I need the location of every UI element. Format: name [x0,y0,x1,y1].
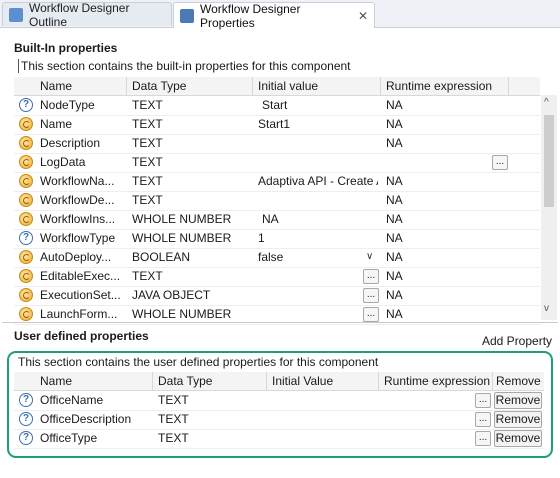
scroll-thumb[interactable] [544,115,554,207]
user-section-title: User defined properties [14,329,149,343]
property-name: NodeType [40,98,95,112]
property-name: EditableExec... [40,269,121,283]
outline-icon [9,7,23,22]
ellipsis-button[interactable]: ... [492,155,508,170]
table-row[interactable]: WorkflowDe... TEXT NA [14,191,540,211]
property-name: WorkflowNa... [40,174,115,188]
property-initial-value: false [258,250,284,264]
property-datatype: TEXT [132,117,163,131]
expression-icon [19,136,33,150]
ellipsis-button[interactable]: ... [363,288,379,303]
property-datatype: WHOLE NUMBER [132,231,232,245]
expression-icon [19,174,33,188]
property-runtime-expression: NA [386,288,403,302]
property-runtime-expression: NA [386,212,403,226]
col-name-header: Name [40,79,73,93]
property-runtime-expression: NA [386,193,403,207]
table-row[interactable]: WorkflowNa... TEXT Adaptiva API - Create A… [14,172,540,192]
col-runtime-header: Runtime expression [386,79,493,93]
property-initial-value: 1 [258,231,265,245]
property-datatype: TEXT [132,136,163,150]
property-runtime-expression: NA [386,98,403,112]
table-row[interactable]: LogData TEXT... [14,153,540,173]
help-icon: ? [19,98,33,112]
expression-icon [19,155,33,169]
help-icon: ? [19,231,33,245]
property-name: LogData [40,155,86,169]
tab-label: Workflow Designer Outline [29,0,130,29]
property-name: Description [40,136,101,150]
expression-icon [19,269,33,283]
col-initial-header: Initial value [258,79,319,93]
scroll-down-icon[interactable]: v [544,303,549,314]
table-row[interactable]: WorkflowIns... WHOLE NUMBER NA NA [14,210,540,230]
table-row[interactable]: Description TEXT NA [14,134,540,154]
property-runtime-expression: NA [386,269,403,283]
property-initial-value: NA [262,212,279,226]
expression-icon [19,288,33,302]
property-datatype: BOOLEAN [132,250,191,264]
ellipsis-button[interactable]: ... [363,269,379,284]
property-name: Name [40,117,73,131]
property-datatype: TEXT [132,155,163,169]
property-datatype: TEXT [132,193,163,207]
property-datatype: JAVA OBJECT [132,288,211,302]
builtin-properties-table: Name Data Type Initial value Runtime exp… [14,77,540,325]
property-name: LaunchForm... [40,307,118,321]
builtin-section-description: This section contains the built-in prope… [18,59,557,73]
property-runtime-expression: NA [386,136,403,150]
tab-workflow-designer-properties[interactable]: Workflow Designer Properties ✕ [173,1,375,30]
expression-icon [19,250,33,264]
tab-label: Workflow Designer Properties [200,1,301,30]
expression-icon [19,212,33,226]
properties-icon [180,8,194,23]
table-row[interactable]: ? WorkflowType WHOLE NUMBER 1 NA [14,229,540,249]
property-datatype: TEXT [132,269,163,283]
builtin-scrollbar[interactable]: ^ v [541,95,557,320]
table-row[interactable]: ? NodeType TEXT Start NA [14,96,540,116]
property-name: ExecutionSet... [40,288,121,302]
expression-icon [19,307,33,321]
col-datatype-header: Data Type [132,79,187,93]
property-runtime-expression: NA [386,231,403,245]
tab-bar: Workflow Designer Outline Workflow Desig… [0,0,560,30]
property-name: WorkflowType [40,231,116,245]
dropdown-arrow-icon[interactable]: ∨ [366,251,373,262]
property-runtime-expression: NA [386,174,403,188]
property-runtime-expression: NA [386,117,403,131]
table-row[interactable]: Name TEXT Start1 NA [14,115,540,135]
expression-icon [19,193,33,207]
expression-icon [19,117,33,131]
property-datatype: TEXT [132,98,163,112]
scroll-up-icon[interactable]: ^ [544,97,549,108]
property-runtime-expression: NA [386,250,403,264]
builtin-section-title: Built-In properties [14,41,118,55]
table-row[interactable]: ExecutionSet... JAVA OBJECT NA... [14,286,540,306]
property-datatype: WHOLE NUMBER [132,307,232,321]
property-initial-value: Adaptiva API - Create A [258,174,378,188]
property-datatype: WHOLE NUMBER [132,212,232,226]
property-initial-value: Start1 [258,117,291,131]
table-row[interactable]: EditableExec... TEXT NA... [14,267,540,287]
table-row[interactable]: AutoDeploy... BOOLEAN false NA ∨ [14,248,540,268]
add-property-link[interactable]: Add Property [482,334,552,348]
close-icon[interactable]: ✕ [358,9,368,23]
ellipsis-button[interactable]: ... [363,307,379,322]
property-name: WorkflowIns... [40,212,116,226]
property-name: AutoDeploy... [40,250,112,264]
builtin-table-header: Name Data Type Initial value Runtime exp… [14,77,540,96]
user-defined-highlight-box [7,351,553,458]
property-initial-value: Start [262,98,288,112]
tab-workflow-designer-outline[interactable]: Workflow Designer Outline [2,0,172,29]
property-runtime-expression: NA [386,307,403,321]
property-name: WorkflowDe... [40,193,115,207]
property-datatype: TEXT [132,174,163,188]
section-divider [2,322,558,323]
